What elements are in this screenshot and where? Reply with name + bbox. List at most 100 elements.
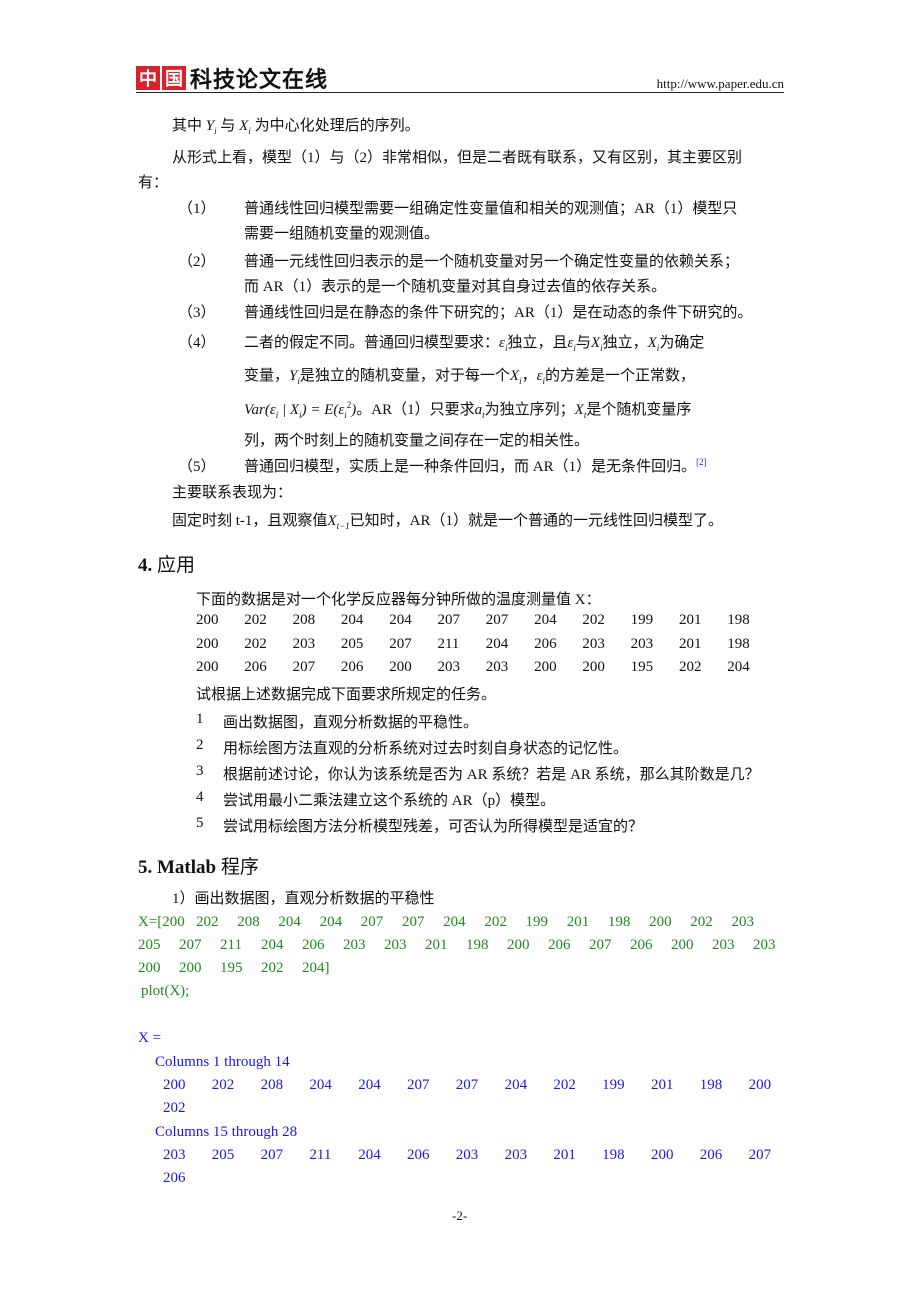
para-compare-line2: 有： [138,175,169,191]
data-value: 205 [340,636,364,652]
data-value: 208 [292,612,316,628]
output-value: 207 [260,1147,284,1163]
code-token: 207 [179,937,202,953]
diff-2-line2: 而 AR（1）表示的是一个随机变量对其自身过去值的依存关系。 [244,279,667,295]
data-value: 204 [485,636,509,652]
output-value: 207 [748,1147,772,1163]
data-value: 206 [340,659,364,675]
code-token: 201 [566,914,590,930]
data-value: 204 [534,612,557,628]
diff-num-1: （1） [178,201,216,217]
citation-link[interactable]: [2] [696,457,707,467]
output-value-wrapped: 206 [163,1170,186,1186]
code-token: 200 [507,937,530,953]
code-token: 206 [630,937,653,953]
output-columns-label: Columns 15 through 28 [155,1124,298,1140]
output-columns-label: Columns 1 through 14 [155,1054,290,1070]
text: 是个随机变量序 [586,402,692,418]
output-value: 198 [699,1077,723,1093]
symbol-a: a [474,402,483,418]
step-1-title: 1）画出数据图，直观分析数据的平稳性 [172,891,435,907]
output-value: 200 [163,1077,186,1093]
diff-3-line1: 普通线性回归是在静态的条件下研究的；AR（1）是在动态的条件下研究的。 [244,305,753,321]
code-line: 200 200 195 202 204] [138,960,343,977]
code-token: 200 [649,914,672,930]
data-value: 211 [437,636,460,652]
data-value: 202 [244,612,267,628]
logo-text: 科技论文在线 [190,68,329,93]
task-text: 尝试用最小二乘法建立这个系统的 AR（p）模型。 [223,793,556,809]
code-token: 199 [525,914,549,930]
output-value: 207 [406,1077,430,1093]
output-value: 203 [504,1147,528,1163]
diff-4-line3: Var(εi | Xi) = E(εi2)。AR（1）只要求at为独立序列；Xt… [244,398,691,420]
code-token: 195 [220,960,243,976]
logo-red-char-2: 国 [162,66,186,90]
data-value: 203 [582,636,605,652]
text: 独立， [602,335,648,351]
output-value: 206 [699,1147,723,1163]
diff-num-3: （3） [178,305,216,321]
code-token: 203 [753,937,776,953]
code-token: 200 [138,960,161,976]
symbol-x: X [509,368,520,384]
code-token: 202 [484,914,507,930]
task-number: 4 [196,789,204,805]
output-value: 211 [309,1147,332,1163]
site-logo: 中 国 科技论文在线 [136,62,328,94]
formula: ) = E(ε [301,402,345,418]
code-token: 204] [302,960,330,976]
code-token: 207 [401,914,425,930]
output-value: 206 [406,1147,430,1163]
data-value: 207 [389,636,412,652]
data-value: 203 [630,636,654,652]
section-title-en: Matlab [157,857,217,878]
code-token: 206 [548,937,571,953]
code-token: 202 [261,960,284,976]
text: 已知时，AR（1）就是一个普通的一元线性回归模型了。 [349,513,724,529]
diff-2-line1: 普通一元线性回归表示的是一个随机变量对另一个确定性变量的依赖关系； [244,254,740,270]
code-token: 211 [220,937,242,953]
diff-num-4: （4） [178,335,216,351]
header-divider [136,92,784,93]
code-token: 203 [712,937,735,953]
formula: Var(ε [244,402,276,418]
code-token: 198 [607,914,631,930]
code-token: 203 [731,914,754,930]
text: 为确定 [659,335,705,351]
diff-1-line1: 普通线性回归模型需要一组确定性变量值和相关的观测值；AR（1）模型只 [244,201,738,217]
data-value: 198 [727,612,750,628]
section-4-intro: 下面的数据是对一个化学反应器每分钟所做的温度测量值 X： [196,592,601,608]
data-row: 200 206 207 206 200 203 203 200 200 195 202 204 [196,659,776,676]
header-url[interactable]: http://www.paper.edu.cn [657,76,784,92]
code-token: 198 [466,937,489,953]
data-value: 206 [534,636,557,652]
data-value: 201 [678,612,702,628]
data-value: 199 [630,612,654,628]
diff-4-line4: 列，两个时刻上的随机变量之间存在一定的相关性。 [244,433,590,449]
code-token: 201 [425,937,448,953]
output-row: 200 202 208 204 204 207 207 204 202 199 201 198 200 [163,1077,797,1094]
text: 独立，且 [507,335,568,351]
text: 二者的假定不同。普通回归模型要求： [244,335,500,351]
symbol-y: Y [205,118,215,134]
sub: i [344,410,347,420]
code-token: 204 [261,937,284,953]
output-value: 201 [650,1077,674,1093]
data-value: 203 [292,636,316,652]
text: 普通回归模型，实质上是一种条件回归，而 AR（1）是无条件回归。 [244,459,697,475]
diff-5-line1: 普通回归模型，实质上是一种条件回归，而 AR（1）是无条件回归。[2] [244,455,707,476]
logo-red-char-1: 中 [136,66,160,90]
relation-title: 主要联系表现为： [172,485,293,501]
data-value: 207 [437,612,460,628]
output-value: 202 [211,1077,235,1093]
output-value: 200 [748,1077,772,1093]
code-token: 207 [589,937,612,953]
data-value: 195 [630,659,654,675]
task-text: 根据前述讨论，你认为该系统是否为 AR 系统？若是 AR 系统，那么其阶数是几？ [223,767,760,783]
output-value-wrapped: 202 [163,1100,186,1116]
data-value: 203 [485,659,509,675]
page-number: -2- [452,1208,468,1223]
data-value: 200 [196,636,219,652]
data-value: 200 [582,659,605,675]
